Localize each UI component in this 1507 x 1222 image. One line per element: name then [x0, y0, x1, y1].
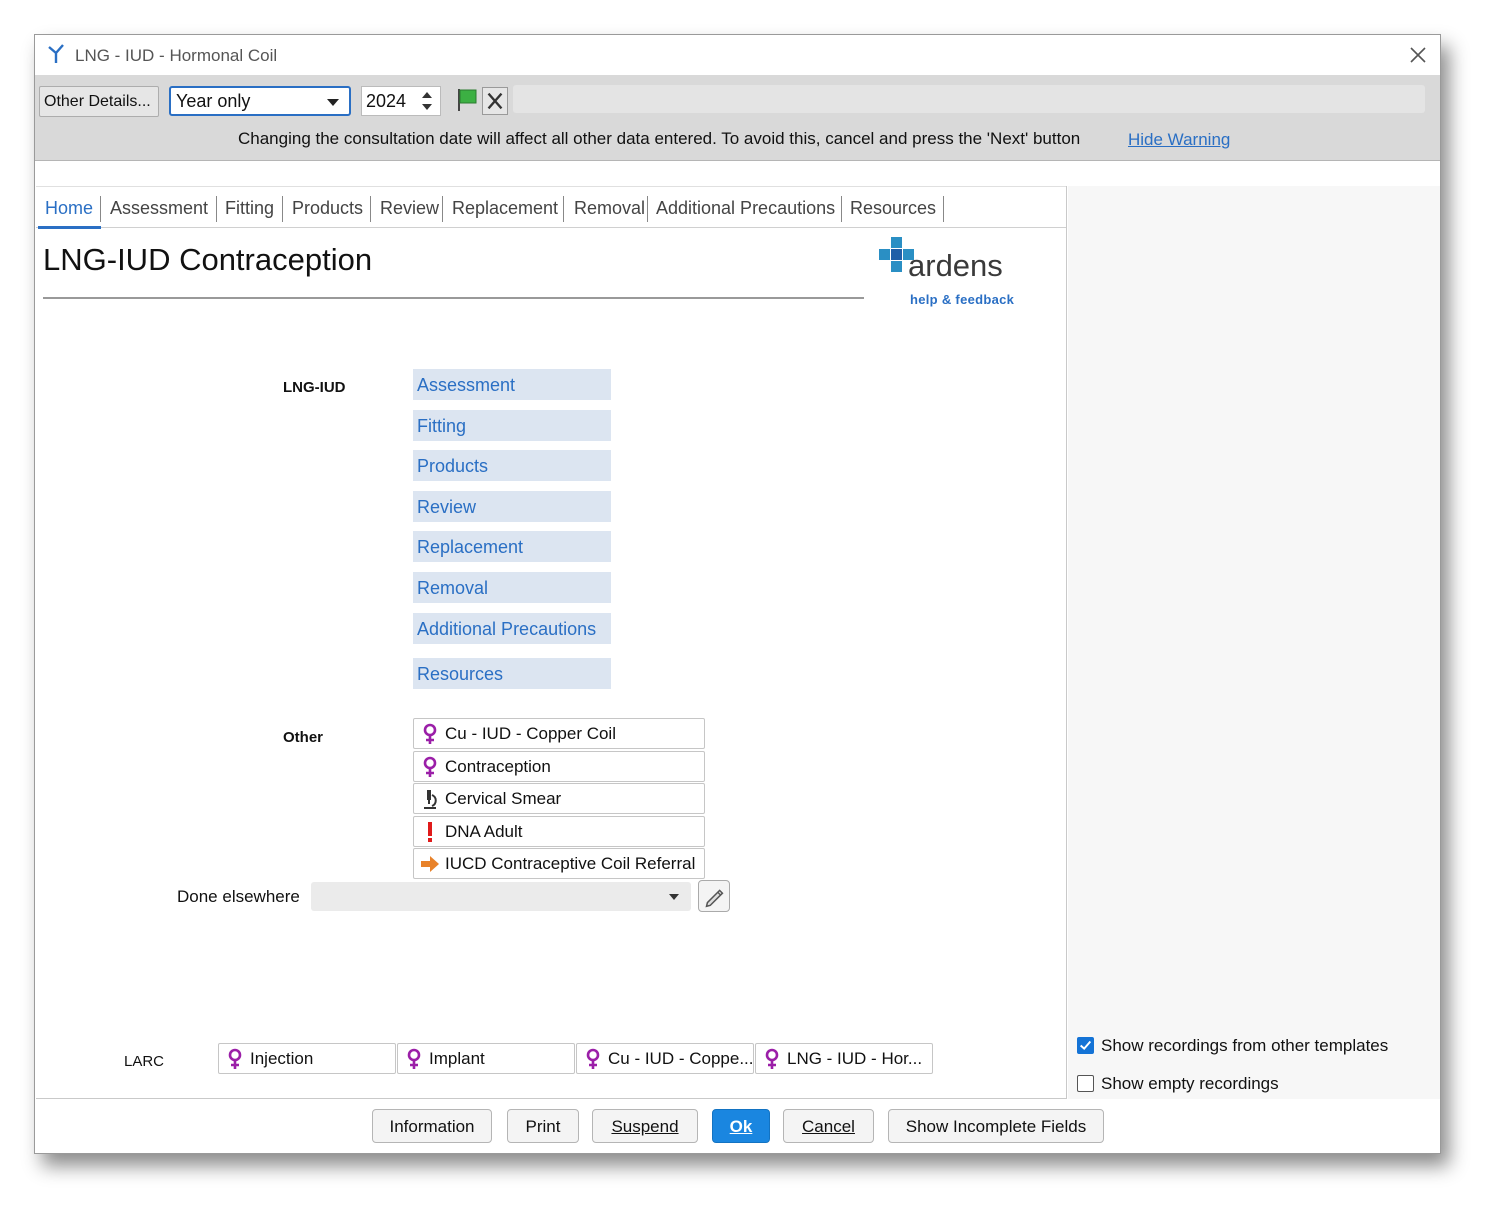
print-button[interactable]: Print	[507, 1109, 579, 1143]
link-assessment[interactable]: Assessment	[413, 369, 611, 400]
female-icon	[586, 1048, 600, 1069]
hide-warning-link[interactable]: Hide Warning	[1128, 130, 1230, 150]
link-fitting[interactable]: Fitting	[413, 410, 611, 441]
tab-resources[interactable]: Resources	[850, 198, 936, 219]
year-stepper[interactable]: 2024	[361, 86, 441, 116]
larc-item-label: Cu - IUD - Coppe...	[608, 1049, 754, 1068]
tab-separator	[282, 196, 283, 222]
show-other-templates-label: Show recordings from other templates	[1101, 1036, 1389, 1055]
help-feedback-link[interactable]: help & feedback	[910, 292, 1014, 307]
other-item-label: Cu - IUD - Copper Coil	[445, 724, 616, 743]
tab-assessment[interactable]: Assessment	[110, 198, 208, 219]
page-title: LNG-IUD Contraception	[43, 242, 373, 277]
ardens-logo[interactable]: ardens help & feedback	[878, 236, 1020, 311]
app-logo-icon	[48, 44, 64, 63]
show-incomplete-fields-button[interactable]: Show Incomplete Fields	[888, 1109, 1104, 1143]
other-item-label: Cervical Smear	[445, 789, 562, 808]
other-section-label: Other	[283, 729, 324, 746]
close-icon[interactable]	[1406, 43, 1430, 67]
date-field[interactable]	[513, 85, 1425, 113]
tab-review[interactable]: Review	[380, 198, 439, 219]
link-resources[interactable]: Resources	[413, 658, 611, 689]
window-title: LNG - IUD - Hormonal Coil	[75, 46, 278, 65]
tab-products[interactable]: Products	[292, 198, 363, 219]
recordings-side-panel	[1068, 186, 1440, 1099]
tab-fitting[interactable]: Fitting	[225, 198, 274, 219]
title-bar: LNG - IUD - Hormonal Coil	[35, 35, 1440, 75]
flag-icon[interactable]	[455, 87, 479, 113]
date-mode-value: Year only	[176, 91, 251, 111]
arrow-right-icon	[421, 856, 439, 872]
other-item-label: DNA Adult	[445, 822, 523, 841]
female-icon	[765, 1048, 779, 1069]
date-mode-select[interactable]: Year only	[169, 86, 351, 116]
suspend-button[interactable]: Suspend	[592, 1109, 698, 1143]
larc-item-hormonal-coil[interactable]: LNG - IUD - Hor...	[755, 1043, 933, 1074]
other-item-coil-referral[interactable]: IUCD Contraceptive Coil Referral	[413, 848, 705, 879]
larc-item-injection[interactable]: Injection	[218, 1043, 396, 1074]
other-item-copper-coil[interactable]: Cu - IUD - Copper Coil	[413, 718, 705, 749]
larc-section-label: LARC	[124, 1053, 165, 1070]
checkbox-unchecked-icon[interactable]	[1077, 1075, 1094, 1092]
done-elsewhere-select[interactable]	[311, 882, 691, 911]
link-additional-precautions[interactable]: Additional Precautions	[413, 613, 611, 644]
female-icon	[407, 1048, 421, 1069]
tab-separator	[943, 196, 944, 222]
logo-wordmark: ardens	[908, 248, 1003, 283]
consultation-toolbar: Other Details... Year only 2024 Changing…	[35, 75, 1440, 161]
link-replacement[interactable]: Replacement	[413, 531, 611, 562]
checkbox-checked-icon[interactable]	[1077, 1037, 1094, 1054]
tab-removal[interactable]: Removal	[574, 198, 645, 219]
tab-separator	[841, 196, 842, 222]
other-item-label: IUCD Contraceptive Coil Referral	[445, 854, 696, 873]
tab-separator	[647, 196, 648, 222]
female-icon	[423, 756, 437, 777]
chevron-down-icon	[669, 894, 679, 900]
tab-additional-precautions[interactable]: Additional Precautions	[656, 198, 835, 219]
title-divider	[43, 297, 864, 299]
other-item-dna-adult[interactable]: DNA Adult	[413, 816, 705, 847]
stepper-up-icon[interactable]	[422, 92, 432, 98]
other-item-label: Contraception	[445, 757, 551, 776]
female-icon	[423, 723, 437, 744]
ok-button[interactable]: Ok	[712, 1109, 770, 1143]
year-value: 2024	[366, 91, 407, 111]
done-elsewhere-label: Done elsewhere	[177, 887, 300, 906]
lng-iud-section-label: LNG-IUD	[283, 379, 346, 396]
tab-replacement[interactable]: Replacement	[452, 198, 558, 219]
tab-home[interactable]: Home	[45, 198, 93, 219]
stepper-down-icon[interactable]	[422, 104, 432, 110]
larc-item-copper-coil[interactable]: Cu - IUD - Coppe...	[576, 1043, 754, 1074]
larc-item-label: Injection	[250, 1049, 314, 1068]
information-button[interactable]: Information	[372, 1109, 492, 1143]
template-main-panel: Home Assessment Fitting Products Review …	[36, 186, 1067, 1099]
pencil-icon[interactable]	[698, 880, 730, 912]
cancel-button[interactable]: Cancel	[783, 1109, 874, 1143]
chevron-down-icon	[327, 99, 339, 106]
exclamation-icon	[428, 822, 432, 842]
template-window: LNG - IUD - Hormonal Coil Other Details.…	[34, 34, 1441, 1154]
link-products[interactable]: Products	[413, 450, 611, 481]
larc-item-label: LNG - IUD - Hor...	[787, 1049, 923, 1068]
tab-separator	[216, 196, 217, 222]
larc-item-implant[interactable]: Implant	[397, 1043, 575, 1074]
tab-separator	[370, 196, 371, 222]
other-item-cervical-smear[interactable]: Cervical Smear	[413, 783, 705, 814]
date-warning-text: Changing the consultation date will affe…	[238, 129, 1081, 148]
link-removal[interactable]: Removal	[413, 572, 611, 603]
other-item-contraception[interactable]: Contraception	[413, 751, 705, 782]
other-details-button[interactable]: Other Details...	[39, 86, 159, 117]
tab-separator	[442, 196, 443, 222]
link-review[interactable]: Review	[413, 491, 611, 522]
show-empty-recordings-label: Show empty recordings	[1101, 1074, 1279, 1093]
active-tab-indicator	[38, 226, 101, 229]
larc-item-label: Implant	[429, 1049, 485, 1068]
tab-separator	[100, 196, 101, 222]
female-icon	[228, 1048, 242, 1069]
clear-date-icon[interactable]	[482, 87, 508, 115]
microscope-icon	[424, 790, 437, 809]
tab-bar: Home Assessment Fitting Products Review …	[36, 186, 1066, 229]
tab-separator	[563, 196, 564, 222]
